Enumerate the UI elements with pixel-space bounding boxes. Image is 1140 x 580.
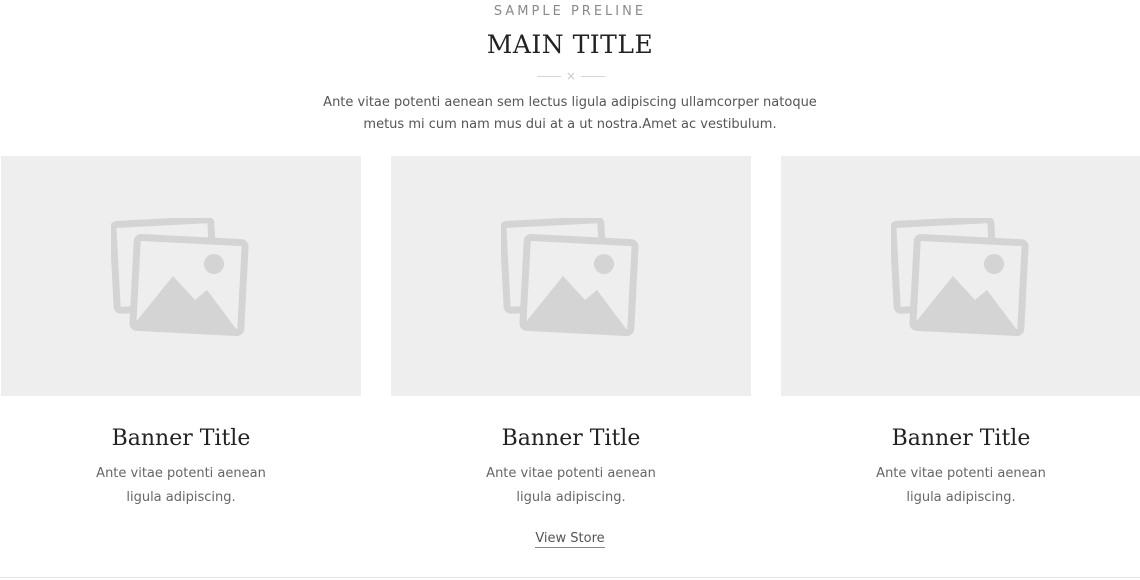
- banner-title-3: Banner Title: [891, 426, 1031, 451]
- banner-card-1: Banner Title Ante vitae potenti aenean l…: [1, 156, 361, 505]
- banner-desc-line-1: Ante vitae potenti aenean: [876, 466, 1046, 481]
- banner-card-2: Banner Title Ante vitae potenti aenean l…: [391, 156, 751, 505]
- section-intro: Ante vitae potenti aenean sem lectus lig…: [310, 92, 830, 136]
- banner-desc-3: Ante vitae potenti aenean ligula adipisc…: [861, 462, 1061, 510]
- banner-image-2[interactable]: [391, 156, 751, 396]
- main-title: MAIN TITLE: [486, 30, 654, 59]
- title-divider: ×: [537, 69, 605, 84]
- section-preline: SAMPLE PRELINE: [493, 4, 647, 19]
- banner-desc-line-1: Ante vitae potenti aenean: [96, 466, 266, 481]
- intro-line-1: Ante vitae potenti aenean sem lectus lig…: [323, 95, 817, 110]
- banner-desc-line-2: ligula adipiscing.: [516, 490, 626, 505]
- banner-title-2: Banner Title: [501, 426, 641, 451]
- banner-desc-line-2: ligula adipiscing.: [906, 490, 1016, 505]
- image-placeholder-icon: [891, 218, 1029, 336]
- banner-card-3: Banner Title Ante vitae potenti aenean l…: [781, 156, 1140, 505]
- divider-line-right: [581, 76, 605, 77]
- image-placeholder-icon: [501, 218, 639, 336]
- banner-image-3[interactable]: [781, 156, 1140, 396]
- banner-desc-2: Ante vitae potenti aenean ligula adipisc…: [471, 462, 671, 510]
- section-bottom-divider: [0, 577, 1140, 578]
- divider-line-left: [537, 76, 561, 77]
- banner-desc-line-1: Ante vitae potenti aenean: [486, 466, 656, 481]
- banner-title-1: Banner Title: [111, 426, 251, 451]
- view-store-link[interactable]: View Store: [535, 531, 605, 548]
- intro-line-2: metus mi cum nam mus dui at a ut nostra.…: [363, 117, 777, 132]
- divider-cross-icon: ×: [565, 69, 577, 83]
- view-store-wrap: View Store: [0, 529, 1140, 548]
- banner-desc-1: Ante vitae potenti aenean ligula adipisc…: [81, 462, 281, 510]
- banner-image-1[interactable]: [1, 156, 361, 396]
- image-placeholder-icon: [111, 218, 249, 336]
- banner-desc-line-2: ligula adipiscing.: [126, 490, 236, 505]
